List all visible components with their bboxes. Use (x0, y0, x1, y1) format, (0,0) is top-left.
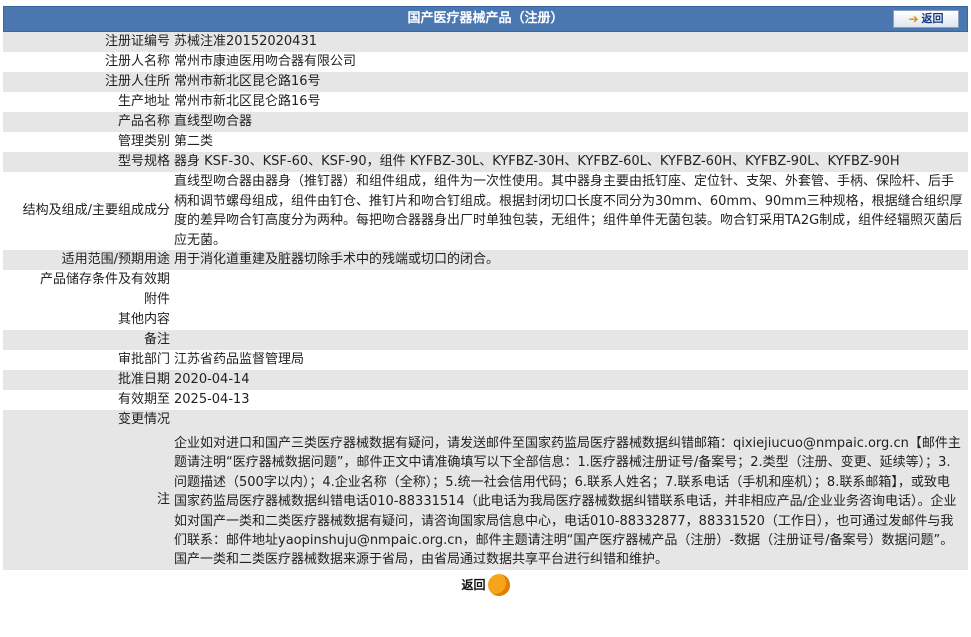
value-attachment (172, 290, 968, 310)
row-product-name: 产品名称 直线型吻合器 (3, 112, 968, 132)
value-registrant-address: 常州市新北区昆仑路16号 (172, 72, 968, 92)
row-approval-date: 批准日期 2020-04-14 (3, 370, 968, 390)
label-model-spec: 型号规格 (3, 152, 172, 172)
label-note: 注 (3, 430, 172, 570)
row-note: 注 企业如对进口和国产三类医疗器械数据有疑问，请发送邮件至国家药监局医疗器械数据… (3, 430, 968, 570)
label-structure: 结构及组成/主要组成成分 (3, 172, 172, 250)
label-attachment: 附件 (3, 290, 172, 310)
label-remarks: 备注 (3, 330, 172, 350)
label-management-category: 管理类别 (3, 132, 172, 152)
label-registrant-address: 注册人住所 (3, 72, 172, 92)
value-remarks (172, 330, 968, 350)
value-changes (172, 410, 968, 430)
label-approval-dept: 审批部门 (3, 350, 172, 370)
row-management-category: 管理类别 第二类 (3, 132, 968, 152)
value-model-spec: 器身 KSF-30、KSF-60、KSF-90，组件 KYFBZ-30L、KYF… (172, 152, 968, 172)
back-button-top-label: 返回 (921, 12, 944, 25)
row-valid-until: 有效期至 2025-04-13 (3, 390, 968, 410)
label-valid-until: 有效期至 (3, 390, 172, 410)
row-structure: 结构及组成/主要组成成分 直线型吻合器由器身（推钉器）和组件组成，组件为一次性使… (3, 172, 968, 250)
value-storage (172, 270, 968, 290)
row-approval-dept: 审批部门 江苏省药品监督管理局 (3, 350, 968, 370)
label-registration-number: 注册证编号 (3, 32, 172, 52)
row-attachment: 附件 (3, 290, 968, 310)
value-management-category: 第二类 (172, 132, 968, 152)
row-intended-use: 适用范围/预期用途 用于消化道重建及脏器切除手术中的残端或切口的闭合。 (3, 250, 968, 270)
row-registrant-name: 注册人名称 常州市康迪医用吻合器有限公司 (3, 52, 968, 72)
value-approval-date: 2020-04-14 (172, 370, 968, 390)
row-remarks: 备注 (3, 330, 968, 350)
row-registrant-address: 注册人住所 常州市新北区昆仑路16号 (3, 72, 968, 92)
row-changes: 变更情况 (3, 410, 968, 430)
label-intended-use: 适用范围/预期用途 (3, 250, 172, 270)
value-registrant-name: 常州市康迪医用吻合器有限公司 (172, 52, 968, 72)
value-intended-use: 用于消化道重建及脏器切除手术中的残端或切口的闭合。 (172, 250, 968, 270)
label-storage: 产品储存条件及有效期 (3, 270, 172, 290)
label-approval-date: 批准日期 (3, 370, 172, 390)
value-valid-until: 2025-04-13 (172, 390, 968, 410)
page-title: 国产医疗器械产品（注册） (407, 11, 564, 26)
value-production-address: 常州市新北区昆仑路16号 (172, 92, 968, 112)
row-model-spec: 型号规格 器身 KSF-30、KSF-60、KSF-90，组件 KYFBZ-30… (3, 152, 968, 172)
label-changes: 变更情况 (3, 410, 172, 430)
row-storage: 产品储存条件及有效期 (3, 270, 968, 290)
value-other (172, 310, 968, 330)
row-production-address: 生产地址 常州市新北区昆仑路16号 (3, 92, 968, 112)
label-registrant-name: 注册人名称 (3, 52, 172, 72)
label-product-name: 产品名称 (3, 112, 172, 132)
value-registration-number: 苏械注准20152020431 (172, 32, 968, 52)
page-header: 国产医疗器械产品（注册） ➔ 返回 (3, 6, 968, 32)
back-button-top[interactable]: ➔ 返回 (893, 10, 959, 28)
footer: 返回 (3, 573, 968, 596)
orange-circle-icon (487, 573, 510, 596)
detail-panel: 国产医疗器械产品（注册） ➔ 返回 注册证编号 苏械注准20152020431 … (3, 6, 968, 596)
value-note: 企业如对进口和国产三类医疗器械数据有疑问，请发送邮件至国家药监局医疗器械数据纠错… (172, 430, 968, 570)
label-production-address: 生产地址 (3, 92, 172, 112)
row-registration-number: 注册证编号 苏械注准20152020431 (3, 32, 968, 52)
back-button-bottom-label: 返回 (461, 578, 486, 593)
back-button-bottom[interactable]: 返回 (461, 573, 510, 596)
arrow-right-icon: ➔ (908, 12, 919, 26)
row-other: 其他内容 (3, 310, 968, 330)
label-other: 其他内容 (3, 310, 172, 330)
value-structure: 直线型吻合器由器身（推钉器）和组件组成，组件为一次性使用。其中器身主要由抵钉座、… (172, 172, 968, 250)
value-approval-dept: 江苏省药品监督管理局 (172, 350, 968, 370)
value-product-name: 直线型吻合器 (172, 112, 968, 132)
detail-table: 注册证编号 苏械注准20152020431 注册人名称 常州市康迪医用吻合器有限… (3, 32, 968, 570)
